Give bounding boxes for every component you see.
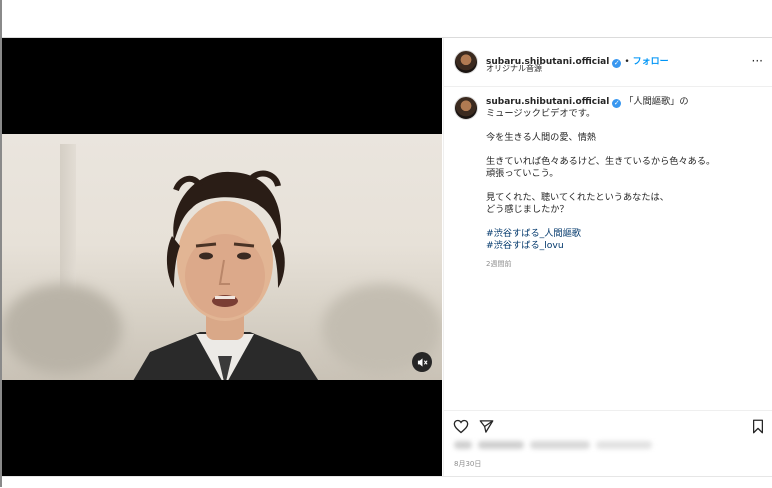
caption-username[interactable]: subaru.shibutani.official xyxy=(486,97,609,107)
action-bar xyxy=(444,410,772,439)
hashtag-link[interactable]: #渋谷すばる_lovu xyxy=(486,240,766,252)
top-whitespace xyxy=(2,0,772,38)
caption-avatar[interactable] xyxy=(454,96,478,120)
avatar[interactable] xyxy=(454,50,478,74)
verified-badge-icon: ✓ xyxy=(612,99,622,108)
caption: subaru.shibutani.official ✓ 「人間謳歌」の ミュージッ… xyxy=(486,96,766,270)
follow-button[interactable]: フォロー xyxy=(633,57,669,67)
hashtag-link[interactable]: #渋谷すばる_人間謳歌 xyxy=(486,228,766,240)
audio-label[interactable]: オリジナル音源 xyxy=(486,63,542,74)
post-date: 8月30日 xyxy=(454,460,482,468)
video-frame xyxy=(2,134,442,380)
background-blur-left xyxy=(2,284,122,374)
caption-line: どう感じましたか？ xyxy=(486,204,569,215)
verified-badge-icon: ✓ xyxy=(612,59,622,68)
caption-line: 「人間謳歌」の xyxy=(624,96,689,107)
more-options-icon[interactable]: ··· xyxy=(752,54,763,68)
man-in-video xyxy=(133,170,319,380)
caption-line: ミュージックビデオです。 xyxy=(486,108,596,119)
caption-line: 頑張っていこう。 xyxy=(486,168,559,179)
send-icon[interactable] xyxy=(479,419,494,434)
caption-line: 今を生きる人間の愛、情熱 xyxy=(486,132,597,143)
post-header: subaru.shibutani.official ✓ • フォロー オリジナル音源 … xyxy=(444,38,772,87)
caption-line: 生きていれば色々あるけど、生きているから色々ある。 xyxy=(486,156,716,167)
video-player[interactable] xyxy=(2,38,442,476)
time-ago: 2週間前 xyxy=(486,260,512,268)
post-sidebar: subaru.shibutani.official ✓ • フォロー オリジナル音源 … xyxy=(443,38,772,476)
speaker-muted-icon xyxy=(417,357,428,367)
bookmark-icon[interactable] xyxy=(752,419,764,434)
likes-blurred xyxy=(454,438,654,452)
mute-button[interactable] xyxy=(412,352,432,372)
caption-line: 見てくれた、聴いてくれたというあなたは、 xyxy=(486,192,669,203)
bottom-edge xyxy=(2,476,772,488)
separator-dot: • xyxy=(624,57,630,67)
heart-icon[interactable] xyxy=(453,419,469,434)
